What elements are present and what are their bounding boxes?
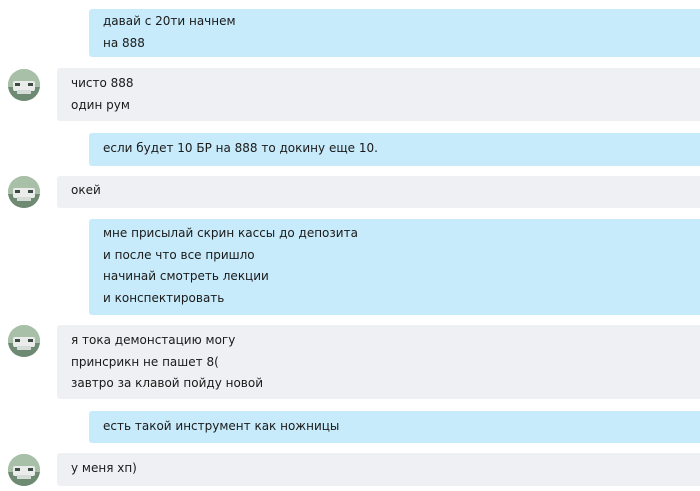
contact-avatar-image: [8, 69, 40, 101]
message-line: у меня хп): [71, 461, 137, 475]
contact-avatar-image: [8, 176, 40, 208]
message-line: и после что все пришло: [103, 247, 255, 262]
message-line: и конспектировать: [103, 290, 225, 305]
contact-avatar[interactable]: [8, 325, 40, 357]
contact-avatar[interactable]: [8, 454, 40, 486]
message-line: окей: [71, 183, 101, 197]
message-line: начинай смотреть лекции: [103, 269, 269, 283]
message-line: на 888: [103, 35, 145, 50]
incoming-message[interactable]: чисто 888 один рум: [57, 68, 700, 121]
message-line: я тока демонстацию могу: [71, 333, 236, 347]
outgoing-message[interactable]: мне присылай скрин кассы до депозита и п…: [89, 219, 700, 315]
outgoing-message[interactable]: есть такой инструмент как ножницы: [89, 411, 700, 443]
chat-history: давай с 20ти начнем на 888 чисто 888 оди…: [0, 0, 700, 491]
contact-avatar-image: [8, 325, 40, 357]
message-line: принсрикн не пашет 8(: [71, 354, 219, 369]
incoming-message[interactable]: я тока демонстацию могу принсрикн не паш…: [57, 325, 700, 399]
outgoing-message[interactable]: если будет 10 БР на 888 то докину еще 10…: [89, 133, 700, 166]
message-line: есть такой инструмент как ножницы: [103, 419, 340, 433]
contact-avatar[interactable]: [8, 176, 40, 208]
message-line: если будет 10 БР на 888 то докину еще 10…: [103, 141, 378, 155]
message-line: мне присылай скрин кассы до депозита: [103, 226, 358, 240]
contact-avatar[interactable]: [8, 69, 40, 101]
outgoing-message[interactable]: давай с 20ти начнем на 888: [89, 9, 700, 57]
message-line: завтро за клавой пойду новой: [71, 376, 264, 390]
incoming-message[interactable]: у меня хп): [57, 453, 700, 486]
message-line: давай с 20ти начнем: [103, 14, 236, 28]
contact-avatar-image: [8, 454, 40, 486]
message-line: один рум: [71, 97, 130, 112]
message-line: чисто 888: [71, 76, 134, 90]
incoming-message[interactable]: окей: [57, 176, 700, 208]
